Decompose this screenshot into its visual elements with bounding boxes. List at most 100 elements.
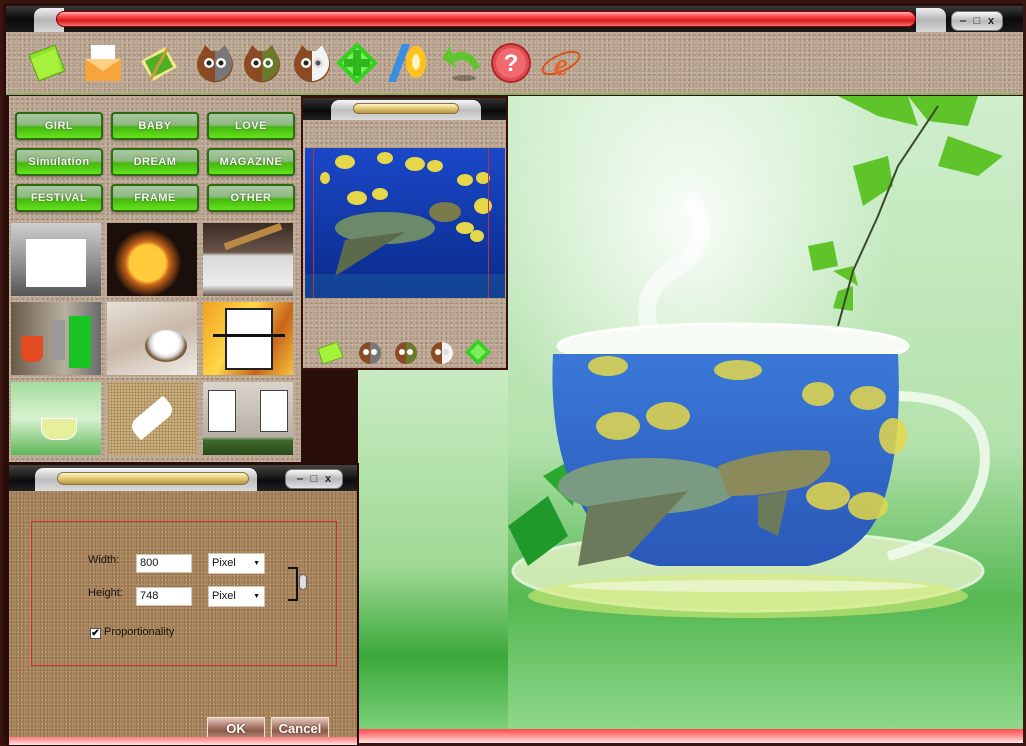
- dialog-title-slot: [57, 472, 249, 485]
- chain-link-icon[interactable]: [299, 574, 307, 590]
- preview-face-white-button[interactable]: [427, 337, 457, 367]
- preview-title-slot: [353, 103, 459, 114]
- title-bar-glow: [56, 11, 916, 27]
- preview-open-folder-button[interactable]: [315, 337, 345, 367]
- dialog-close-button[interactable]: x: [323, 473, 334, 485]
- width-label: Width:: [88, 554, 120, 566]
- tea-cup-turtle-photo: [508, 96, 1023, 729]
- status-strip: [358, 729, 1023, 743]
- category-frame-button[interactable]: FRAME: [111, 184, 199, 212]
- width-input[interactable]: 800: [136, 554, 192, 573]
- photo-canvas[interactable]: [508, 96, 1023, 729]
- category-baby-button[interactable]: BABY: [111, 112, 199, 140]
- maximize-button[interactable]: □: [972, 15, 983, 27]
- clip-photo-slot: [225, 308, 273, 370]
- width-unit-select[interactable]: Pixel ▼: [208, 553, 265, 574]
- dialog-window-controls: ‒ □ x: [285, 469, 343, 489]
- help-icon: ?: [491, 43, 531, 83]
- template-tag-on-sand[interactable]: [107, 382, 197, 455]
- title-cap-right: [916, 8, 946, 32]
- internet-explorer-button[interactable]: e: [538, 40, 584, 86]
- edit-photo-icon: [141, 47, 177, 81]
- close-button[interactable]: x: [986, 15, 997, 27]
- preview-face-green-button[interactable]: [391, 337, 421, 367]
- open-folder-icon: [317, 341, 344, 365]
- category-love-button[interactable]: LOVE: [207, 112, 295, 140]
- height-label: Height:: [88, 587, 123, 599]
- crop-rotate-button[interactable]: [384, 40, 430, 86]
- edit-photo-button[interactable]: [136, 40, 182, 86]
- category-girl-button[interactable]: GIRL: [15, 112, 103, 140]
- preview-window: [301, 96, 508, 370]
- svg-text:?: ?: [504, 50, 519, 77]
- gray-glass: [51, 320, 65, 360]
- right-frame-slot: [260, 390, 288, 432]
- internet-explorer-icon: e: [541, 46, 581, 82]
- dialog-bottom-strip: [9, 737, 357, 745]
- template-blank-city[interactable]: [11, 223, 101, 296]
- proportionality-label: Proportionality: [104, 626, 175, 638]
- template-green-tea[interactable]: [11, 382, 101, 455]
- preview-body: [303, 120, 506, 368]
- red-drink: [21, 336, 43, 362]
- template-binder-clip[interactable]: [203, 302, 293, 375]
- envelope-icon: [85, 45, 121, 81]
- category-magazine-button[interactable]: MAGAZINE: [207, 148, 295, 176]
- undo-arrow-icon: [442, 46, 480, 81]
- undo-button[interactable]: [438, 40, 484, 86]
- face-gray-button[interactable]: [192, 40, 238, 86]
- green-drink: [69, 316, 91, 368]
- preview-title-bar[interactable]: [303, 98, 506, 120]
- title-bar[interactable]: ‒ □ x: [6, 6, 1023, 32]
- open-folder-icon: [28, 44, 66, 82]
- face-gray-icon: [359, 342, 381, 364]
- cigar-shape: [223, 223, 283, 251]
- tag-shape: [127, 395, 177, 441]
- height-input[interactable]: 748: [136, 587, 192, 606]
- size-settings-group: Width: 800 Pixel ▼ Height: 748 Pixel ▼ ✔…: [31, 521, 337, 666]
- face-green-button[interactable]: [239, 40, 285, 86]
- dialog-minimize-button[interactable]: ‒: [295, 473, 306, 485]
- canvas-left-strip: [358, 370, 508, 729]
- preview-move-button[interactable]: [463, 337, 493, 367]
- window-controls: ‒ □ x: [951, 11, 1003, 31]
- proportionality-checkbox[interactable]: ✔: [90, 628, 101, 639]
- open-folder-button[interactable]: [24, 40, 70, 86]
- category-dream-button[interactable]: DREAM: [111, 148, 199, 176]
- category-other-button[interactable]: OTHER: [207, 184, 295, 212]
- link-bracket: [288, 567, 298, 601]
- crop-guides[interactable]: [313, 148, 489, 298]
- template-panel: GIRL BABY LOVE Simulation DREAM MAGAZINE…: [9, 96, 301, 462]
- category-simulation-button[interactable]: Simulation: [15, 148, 103, 176]
- category-festival-button[interactable]: FESTIVAL: [15, 184, 103, 212]
- template-burning-coin[interactable]: [107, 223, 197, 296]
- blank-photo-slot: [26, 239, 86, 287]
- preview-toolbar: [303, 334, 506, 368]
- face-white-button[interactable]: [289, 40, 335, 86]
- help-button[interactable]: ?: [488, 40, 534, 86]
- minimize-button[interactable]: ‒: [958, 15, 969, 27]
- chevron-down-icon: ▼: [253, 560, 260, 567]
- height-unit-select[interactable]: Pixel ▼: [208, 586, 265, 607]
- face-white-icon: [431, 342, 453, 364]
- main-toolbar: ? e: [6, 32, 1023, 95]
- preview-image[interactable]: [305, 148, 505, 298]
- template-coconut-bowl[interactable]: [107, 302, 197, 375]
- move-button[interactable]: [334, 40, 380, 86]
- coconut-shape: [145, 330, 187, 362]
- template-glass-cigar[interactable]: [203, 223, 293, 296]
- dialog-title-bar[interactable]: ‒ □ x: [9, 465, 357, 491]
- app-window: ‒ □ x ? e GIRL BABY LOVE Simulation DREA…: [0, 0, 1026, 746]
- template-colored-drinks[interactable]: [11, 302, 101, 375]
- envelope-button[interactable]: [80, 40, 126, 86]
- tea-cup-shape: [41, 418, 77, 440]
- clip-bar: [213, 334, 285, 337]
- resize-dialog: ‒ □ x Width: 800 Pixel ▼ Height: 748 Pix…: [7, 463, 359, 746]
- preview-face-gray-button[interactable]: [355, 337, 385, 367]
- dialog-body: Width: 800 Pixel ▼ Height: 748 Pixel ▼ ✔…: [9, 491, 357, 745]
- height-unit-value: Pixel: [212, 590, 236, 602]
- dialog-maximize-button[interactable]: □: [309, 473, 320, 485]
- face-green-icon: [244, 45, 280, 83]
- crop-rotate-icon: [388, 44, 426, 82]
- template-brick-wall-frames[interactable]: [203, 382, 293, 455]
